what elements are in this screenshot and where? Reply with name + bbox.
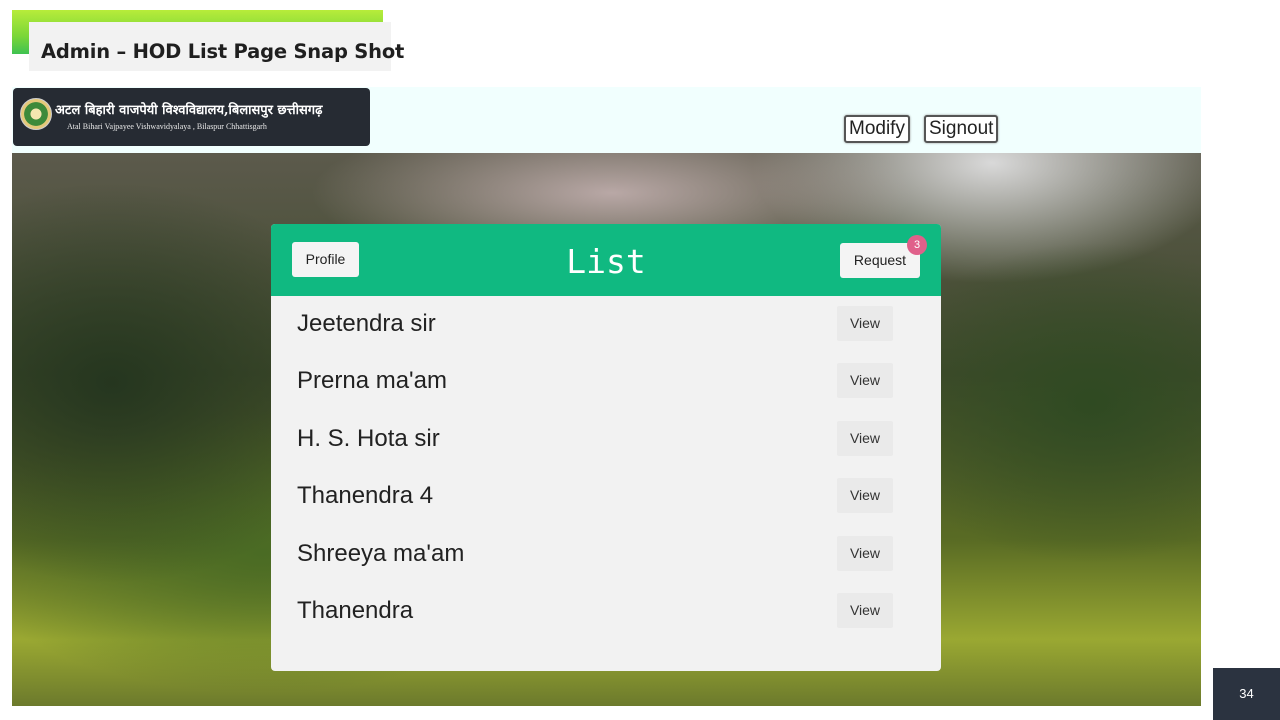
list-card: Profile List Request 3 Jeetendra sir Vie… — [271, 224, 941, 671]
slide-title-box: Admin – HOD List Page Snap Shot — [29, 22, 404, 71]
hod-name: Thanendra 4 — [297, 482, 434, 510]
hod-name: Prerna ma'am — [297, 367, 447, 395]
hod-list: Jeetendra sir View Prerna ma'am View H. … — [271, 296, 941, 640]
view-button[interactable]: View — [837, 363, 893, 399]
university-emblem-icon — [20, 98, 52, 130]
list-card-header: Profile List Request 3 — [271, 224, 941, 296]
view-button[interactable]: View — [837, 306, 893, 341]
view-button[interactable]: View — [837, 478, 893, 514]
signout-button[interactable]: Signout — [924, 115, 999, 143]
view-button[interactable]: View — [837, 592, 893, 628]
hod-name: H. S. Hota sir — [297, 424, 440, 452]
slide-title: Admin – HOD List Page Snap Shot — [41, 40, 405, 63]
logo-hindi-text: अटल बिहारी वाजपेयी विश्वविद्यालय,बिलासपु… — [55, 103, 323, 118]
app-screenshot: अटल बिहारी वाजपेयी विश्वविद्यालय,बिलासपु… — [12, 87, 1201, 706]
modify-button[interactable]: Modify — [844, 115, 910, 143]
slide-page-number: 34 — [1213, 668, 1280, 720]
view-button[interactable]: View — [837, 420, 893, 456]
list-item: Prerna ma'am View — [271, 353, 941, 410]
request-count-badge: 3 — [907, 235, 927, 255]
list-item: Thanendra 4 View — [271, 468, 941, 525]
hod-name: Jeetendra sir — [297, 310, 436, 337]
list-item: Shreeya ma'am View — [271, 526, 941, 583]
list-item: H. S. Hota sir View — [271, 411, 941, 468]
list-item: Jeetendra sir View — [271, 296, 941, 353]
university-logo: अटल बिहारी वाजपेयी विश्वविद्यालय,बिलासपु… — [13, 88, 370, 146]
view-button[interactable]: View — [837, 535, 893, 571]
logo-english-text: Atal Bihari Vajpayee Vishwavidyalaya , B… — [67, 122, 267, 131]
hod-name: Shreeya ma'am — [297, 539, 465, 567]
hod-name: Thanendra — [297, 596, 414, 624]
top-navbar: अटल बिहारी वाजपेयी विश्वविद्यालय,बिलासपु… — [12, 87, 1201, 153]
list-item: Thanendra View — [271, 583, 941, 640]
